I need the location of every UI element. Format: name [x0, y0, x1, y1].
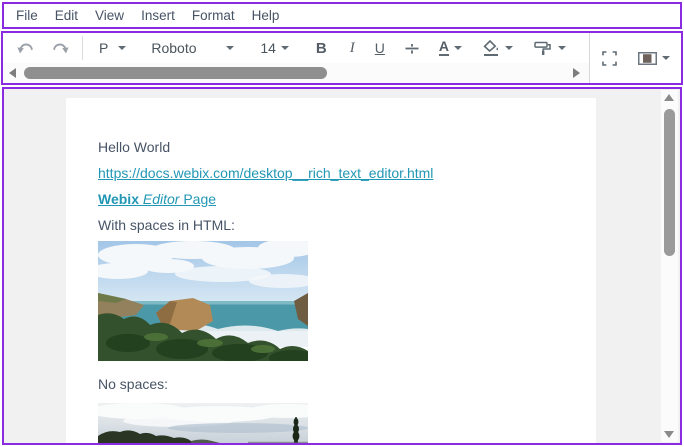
chevron-down-icon [558, 46, 566, 50]
vertical-scroll-thumb[interactable] [664, 109, 675, 256]
menu-help[interactable]: Help [252, 8, 280, 23]
underline-button[interactable]: U [375, 40, 385, 56]
highlight-roller-icon [534, 41, 553, 56]
menu-format[interactable]: Format [192, 8, 235, 23]
document-url-link[interactable]: https://docs.webix.com/desktop__rich_tex… [98, 165, 433, 181]
chevron-down-icon [454, 46, 462, 50]
editor-page-link[interactable]: Webix Editor Page [98, 191, 216, 207]
bold-button[interactable]: B [316, 40, 327, 57]
horizontal-scrollbar[interactable] [3, 63, 589, 83]
text-color-icon: A [439, 40, 449, 56]
menu-insert[interactable]: Insert [141, 8, 175, 23]
paragraph-style-value: P [99, 40, 108, 56]
menu-view[interactable]: View [95, 8, 124, 23]
font-family-value: Roboto [151, 40, 221, 56]
editor-content-area[interactable]: Hello World https://docs.webix.com/deskt… [2, 87, 682, 445]
paragraph-no-spaces: No spaces: [98, 377, 566, 392]
paragraph-editor-link: Webix Editor Page [98, 192, 566, 207]
fullscreen-button[interactable] [602, 51, 617, 66]
document-body: Hello World https://docs.webix.com/deskt… [66, 98, 596, 445]
strikethrough-button[interactable] [404, 41, 420, 56]
font-size-dropdown[interactable]: 14 [260, 40, 289, 56]
chevron-down-icon [505, 46, 513, 50]
chevron-down-icon [118, 46, 126, 50]
toolbar-separator [82, 36, 83, 60]
toolbar-scroll-area: P Roboto 14 B I U [3, 33, 589, 83]
font-size-value: 14 [260, 40, 276, 56]
scroll-left-arrow-icon[interactable] [9, 68, 16, 78]
text-color-dropdown[interactable]: A [439, 40, 462, 56]
font-family-dropdown[interactable]: Roboto [151, 40, 234, 56]
redo-button[interactable] [51, 41, 69, 55]
vertical-scrollbar[interactable] [661, 90, 678, 442]
menu-bar: File Edit View Insert Format Help [2, 2, 682, 29]
fill-color-icon [482, 40, 500, 56]
fullscreen-icon [602, 51, 617, 66]
italic-button[interactable]: I [350, 40, 355, 57]
undo-button[interactable] [17, 41, 35, 55]
fill-color-dropdown[interactable] [482, 40, 513, 56]
layout-view-dropdown[interactable] [638, 52, 670, 65]
toolbar-fixed-panel [589, 33, 681, 83]
document-image-sky[interactable] [98, 403, 308, 445]
chevron-down-icon [226, 46, 234, 50]
highlight-dropdown[interactable] [534, 41, 566, 56]
scroll-down-arrow-icon[interactable] [664, 431, 674, 438]
scroll-up-arrow-icon[interactable] [664, 94, 674, 101]
chevron-down-icon [662, 56, 670, 60]
rich-text-editor-window: File Edit View Insert Format Help [0, 0, 684, 447]
toolbar-panel: P Roboto 14 B I U [1, 31, 683, 85]
link-plain-part: Page [183, 191, 216, 207]
strikethrough-icon [404, 41, 420, 56]
coast-photo-rendering [98, 241, 308, 361]
document-page[interactable]: Hello World https://docs.webix.com/deskt… [66, 98, 596, 445]
undo-icon [17, 41, 35, 55]
layout-view-icon [638, 52, 657, 65]
document-image-coast[interactable] [98, 241, 308, 361]
paragraph-style-dropdown[interactable]: P [99, 40, 126, 56]
paragraph-with-spaces: With spaces in HTML: [98, 218, 566, 233]
paragraph-link-url: https://docs.webix.com/desktop__rich_tex… [98, 166, 566, 181]
paragraph-hello: Hello World [98, 140, 566, 155]
link-bold-part: Webix [98, 191, 139, 207]
menu-file[interactable]: File [16, 8, 38, 23]
scroll-right-arrow-icon[interactable] [573, 68, 580, 78]
horizontal-scroll-thumb[interactable] [24, 67, 327, 79]
link-italic-part: Editor [143, 191, 180, 207]
redo-icon [51, 41, 69, 55]
chevron-down-icon [281, 46, 289, 50]
menu-edit[interactable]: Edit [55, 8, 78, 23]
toolbar-row: P Roboto 14 B I U [3, 33, 589, 63]
sky-photo-rendering [98, 403, 308, 445]
